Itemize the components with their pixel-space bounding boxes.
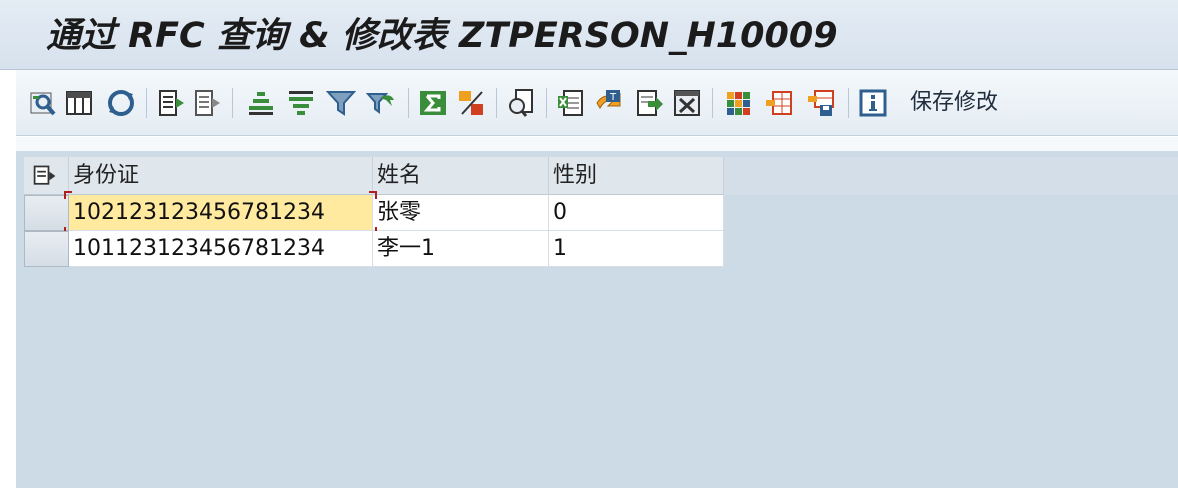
subtotal-icon[interactable]: [456, 88, 486, 118]
refresh-icon[interactable]: [106, 88, 136, 118]
application-toolbar: T 保存修改: [16, 70, 1178, 136]
toolbar-gap: [16, 137, 1178, 151]
cell-gender[interactable]: 1: [549, 231, 724, 267]
toolbar-separator: [546, 88, 547, 118]
abc-analysis-icon[interactable]: [672, 88, 702, 118]
cell-name[interactable]: 李一1: [373, 231, 549, 267]
save-layout-icon[interactable]: [806, 88, 836, 118]
local-file-icon[interactable]: [634, 88, 664, 118]
column-header-id[interactable]: 身份证: [69, 157, 373, 195]
focus-marker: [64, 191, 72, 199]
sort-ascending-icon[interactable]: [246, 88, 276, 118]
page-title: 通过 RFC 查询 & 修改表 ZTPERSON_H10009: [46, 16, 838, 56]
info-icon[interactable]: [858, 88, 888, 118]
print-preview-icon[interactable]: [506, 88, 536, 118]
change-layout-icon[interactable]: [764, 88, 794, 118]
details-icon[interactable]: [28, 88, 58, 118]
delete-filter-icon[interactable]: [366, 88, 396, 118]
focus-marker: [369, 191, 377, 199]
sort-descending-icon[interactable]: [286, 88, 316, 118]
layout-icon[interactable]: [64, 88, 94, 118]
save-changes-button[interactable]: 保存修改: [910, 90, 998, 116]
row-selector[interactable]: [24, 231, 69, 267]
sum-icon[interactable]: [418, 88, 448, 118]
alv-grid-container: 身份证 姓名 性别 102123123456781234 张零 0 101123…: [16, 151, 1178, 488]
choose-layout-icon[interactable]: [724, 88, 754, 118]
row-selector[interactable]: [24, 195, 69, 231]
title-bar: 通过 RFC 查询 & 修改表 ZTPERSON_H10009: [0, 0, 1178, 70]
check-entries-icon[interactable]: [156, 88, 186, 118]
column-header-gender[interactable]: 性别: [549, 157, 724, 195]
toolbar-separator: [232, 88, 233, 118]
left-margin: [0, 0, 16, 488]
toolbar-separator: [848, 88, 849, 118]
svg-text:T: T: [609, 92, 617, 103]
cell-id[interactable]: 101123123456781234: [69, 231, 373, 267]
toolbar-separator: [496, 88, 497, 118]
select-all-cell[interactable]: [24, 157, 69, 195]
cell-id[interactable]: 102123123456781234: [69, 195, 373, 231]
grid-menu-icon: [33, 165, 56, 185]
toolbar-separator: [408, 88, 409, 118]
column-header-name[interactable]: 姓名: [373, 157, 549, 195]
toolbar-separator: [712, 88, 713, 118]
cancel-entries-icon[interactable]: [192, 88, 222, 118]
word-processing-icon[interactable]: T: [594, 88, 624, 118]
cell-gender[interactable]: 0: [549, 195, 724, 231]
export-excel-icon[interactable]: [556, 88, 586, 118]
cell-name[interactable]: 张零: [373, 195, 549, 231]
header-filler: [724, 157, 1178, 195]
toolbar-separator: [146, 88, 147, 118]
filter-icon[interactable]: [326, 88, 356, 118]
